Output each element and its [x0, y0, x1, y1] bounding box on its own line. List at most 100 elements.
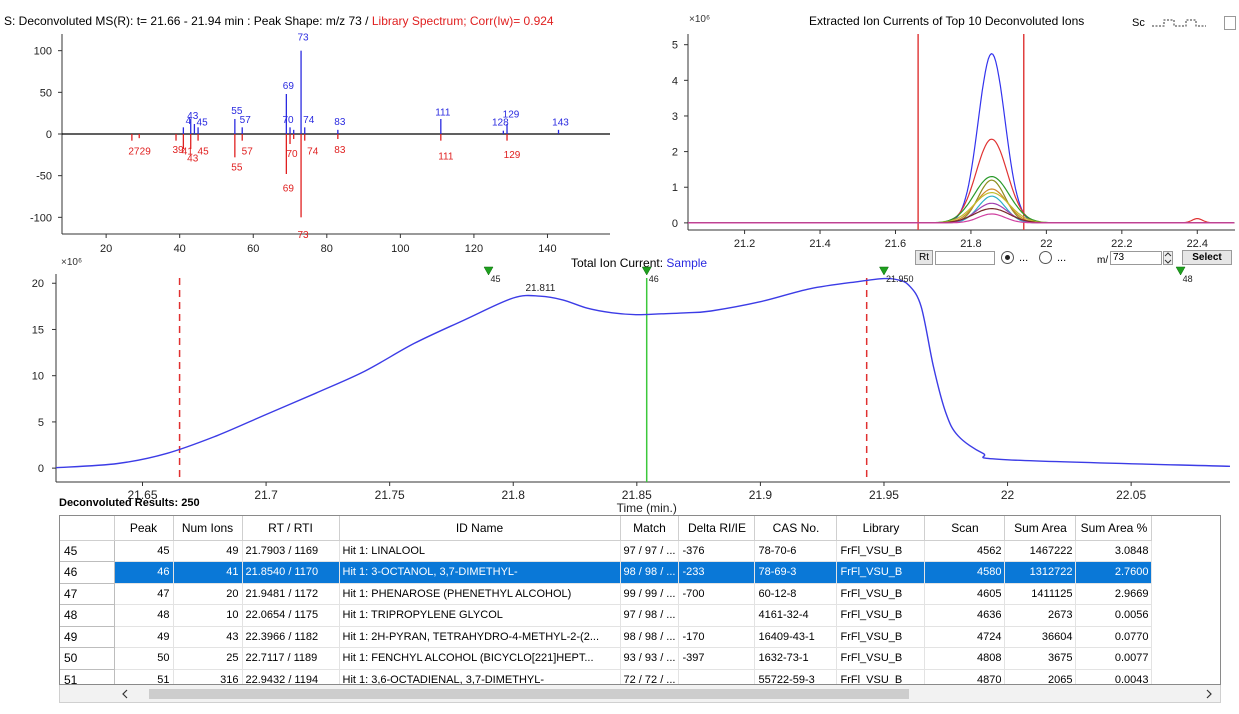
peak-marker-label: 21.950 [886, 274, 914, 284]
table-cell: FrFl_VSU_B [836, 561, 926, 584]
column-header[interactable]: Sum Area % [1075, 516, 1153, 541]
results-label: Deconvoluted Results: 250 [59, 497, 200, 509]
row-header[interactable]: 45 [60, 540, 115, 562]
table-cell: 50 [114, 647, 174, 670]
library-peak-label: 70 [286, 149, 298, 160]
column-header[interactable]: RT / RTI [242, 516, 340, 541]
table-cell: -233 [678, 561, 756, 584]
table-cell: 21.9481 / 1172 [242, 583, 340, 605]
table-cell: 36604 [1004, 626, 1077, 648]
table-row[interactable]: 47 47 20 21.9481 / 1172 Hit 1: PHENAROSE (PH… [60, 583, 1153, 605]
eic-ion-trace [688, 188, 1235, 224]
tic-chart[interactable]: 2015105021.65 21.7 21.75 21.8 21.85 21.9 21.95… [0, 264, 1239, 516]
table-cell: 4605 [924, 583, 1006, 605]
tic-peak-label: 21.811 [526, 283, 556, 294]
column-header[interactable]: Sum Area [1004, 516, 1077, 541]
column-header[interactable]: Num Ions [173, 516, 243, 541]
table-cell: 97 / 98 / ... [620, 604, 680, 627]
tic-y-tick-label: 0 [38, 463, 44, 475]
column-header[interactable]: CAS No. [754, 516, 838, 541]
table-cell: FrFl_VSU_B [836, 647, 926, 670]
rt-button[interactable]: Rt [915, 250, 933, 265]
horizontal-scrollbar[interactable] [59, 685, 1221, 703]
peak-marker-label: 48 [1183, 274, 1193, 284]
mz-radio[interactable] [1039, 251, 1052, 264]
table-cell: 20 [173, 583, 243, 605]
tic-x-tick-label: 21.75 [375, 488, 405, 502]
sample-peak-label: 111 [435, 108, 451, 119]
table-cell: FrFl_VSU_B [836, 540, 926, 562]
table-cell: 45 [114, 540, 174, 562]
table-cell: Hit 1: 3,6-OCTADIENAL, 3,7-DIMETHYL- [339, 669, 621, 684]
table-cell: 316 [173, 669, 243, 684]
table-cell: 4161-32-4 [754, 604, 838, 627]
results-grid[interactable]: Peak Num Ions RT / RTI ID Name Match Delta RI… [59, 515, 1221, 685]
row-header[interactable]: 48 [60, 604, 115, 627]
spectrum-x-tick-label: 20 [100, 243, 112, 255]
row-header[interactable]: 47 [60, 583, 115, 605]
table-cell: 48 [114, 604, 174, 627]
eic-scale-box[interactable] [1224, 16, 1236, 30]
eic-x-tick-label: 21.2 [734, 238, 755, 250]
table-row[interactable]: 46 46 41 21.8540 / 1170 Hit 1: 3-OCTANOL, 3,… [60, 561, 1153, 584]
table-cell: 4580 [924, 561, 1006, 584]
column-header[interactable]: Peak [114, 516, 174, 541]
sample-peak-label: 69 [283, 81, 295, 92]
table-cell: 0.0077 [1075, 647, 1153, 670]
table-cell: 78-69-3 [754, 561, 838, 584]
column-header[interactable]: Match [620, 516, 680, 541]
spectrum-library-label: Library Spectrum; Corr(Iw)= 0.924 [371, 14, 554, 28]
row-header[interactable]: 46 [60, 561, 115, 584]
eic-ion-trace [688, 53, 1235, 224]
sample-peak-label: 83 [334, 117, 346, 128]
table-cell: -170 [678, 626, 756, 648]
tic-y-tick-label: 10 [32, 371, 44, 383]
table-cell: 25 [173, 647, 243, 670]
spectrum-x-tick-label: 80 [321, 243, 333, 255]
eic-scale-control[interactable]: Sc [1132, 17, 1212, 29]
spectrum-chart[interactable]: 100500-50-10020 40 60 80 100 120 140434 4555576… [0, 30, 620, 262]
row-header[interactable]: 49 [60, 626, 115, 648]
table-row[interactable]: 50 50 25 22.7117 / 1189 Hit 1: FENCHYL ALCOH… [60, 647, 1153, 670]
column-header[interactable]: Delta RI/IE [678, 516, 756, 541]
sample-peak-label: 4 [186, 116, 192, 127]
eic-y-tick-label: 0 [672, 218, 678, 230]
table-cell: 46 [114, 561, 174, 584]
row-header[interactable]: 50 [60, 647, 115, 670]
table-cell: 47 [114, 583, 174, 605]
eic-chart[interactable]: 5 4 3 2 1 0 21.2 21.4 21.6 21.8 22 22.2 22.4 [640, 30, 1239, 262]
tic-x-tick-label: 22 [1001, 488, 1015, 502]
spectrum-x-tick-label: 140 [538, 243, 556, 255]
eic-x-tick-label: 22.2 [1111, 238, 1132, 250]
table-cell: 16409-43-1 [754, 626, 838, 648]
column-header[interactable]: ID Name [339, 516, 621, 541]
table-cell: 51 [114, 669, 174, 684]
table-row[interactable]: 45 45 49 21.7903 / 1169 Hit 1: LINALOOL 97 / … [60, 540, 1153, 562]
select-button[interactable]: Select [1182, 250, 1232, 265]
sample-peak-label: 129 [503, 109, 520, 120]
tic-x-tick-label: 21.8 [502, 488, 526, 502]
column-header[interactable]: Library [836, 516, 926, 541]
tic-x-tick-label: 22.05 [1116, 488, 1146, 502]
tic-y-tick-label: 20 [32, 278, 44, 290]
table-cell: 93 / 93 / ... [620, 647, 680, 670]
eic-y-tick-label: 1 [672, 182, 678, 194]
table-cell: Hit 1: TRIPROPYLENE GLYCOL [339, 604, 621, 627]
table-row[interactable]: 48 48 10 22.0654 / 1175 Hit 1: TRIPROPYLENE … [60, 604, 1153, 627]
tic-x-tick-label: 21.95 [869, 488, 899, 502]
tic-x-tick-label: 21.9 [749, 488, 773, 502]
table-cell: 99 / 99 / ... [620, 583, 680, 605]
mz-spinner-icon[interactable] [1163, 251, 1173, 265]
table-cell: 1411125 [1004, 583, 1077, 605]
rt-radio[interactable] [1001, 251, 1014, 264]
spectrum-y-tick-label: 0 [46, 129, 52, 141]
table-row[interactable]: 49 49 43 22.3966 / 1182 Hit 1: 2H-PYRAN, TET… [60, 626, 1153, 648]
table-row[interactable]: 51 51 316 22.9432 / 1194 Hit 1: 3,6-OCTADIEN… [60, 669, 1153, 684]
row-header[interactable]: 51 [60, 669, 115, 684]
rt-field[interactable] [935, 251, 995, 265]
library-peak-label: 129 [504, 150, 521, 161]
mz-field[interactable]: 73 [1110, 251, 1162, 265]
library-peak-label: 29 [140, 147, 152, 158]
eic-y-tick-label: 4 [672, 75, 678, 87]
column-header[interactable]: Scan [924, 516, 1006, 541]
